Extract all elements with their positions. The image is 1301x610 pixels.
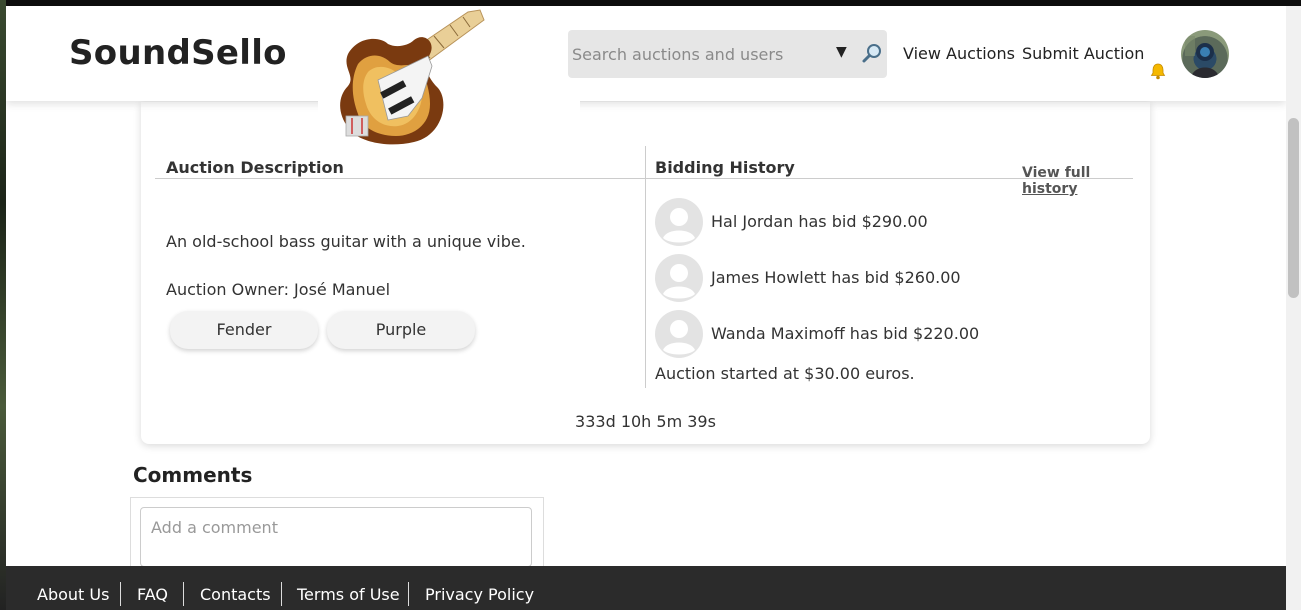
search-bar: ▼: [568, 30, 887, 78]
nav-submit-auction[interactable]: Submit Auction: [1022, 44, 1144, 63]
nav-view-auctions[interactable]: View Auctions: [903, 44, 1015, 63]
bid-item: Hal Jordan has bid $290.00: [655, 198, 1075, 246]
page-scrollbar[interactable]: [1286, 6, 1301, 610]
auction-description-title: Auction Description: [166, 158, 344, 177]
bid-item: James Howlett has bid $260.00: [655, 254, 1075, 302]
footer-link-privacy-policy[interactable]: Privacy Policy: [425, 585, 534, 604]
section-divider: [155, 178, 1133, 179]
scrollbar-thumb[interactable]: [1288, 118, 1299, 298]
search-input[interactable]: [568, 30, 822, 78]
footer-link-contacts[interactable]: Contacts: [200, 585, 271, 604]
footer-separator: [120, 582, 121, 606]
bid-text: James Howlett has bid $260.00: [711, 268, 961, 287]
auction-owner: Auction Owner: José Manuel: [166, 280, 391, 299]
search-icon[interactable]: [861, 42, 883, 64]
footer-separator: [408, 582, 409, 606]
footer-link-terms-of-use[interactable]: Terms of Use: [297, 585, 400, 604]
page-viewport: SoundSello ▼ View Auctions Submit Auctio…: [6, 6, 1286, 610]
comments-title: Comments: [133, 463, 253, 487]
auction-details-card: Auction Description Bidding History View…: [141, 102, 1150, 444]
comment-input[interactable]: [140, 507, 532, 567]
site-logo[interactable]: SoundSello: [69, 33, 287, 73]
bell-icon[interactable]: [1149, 62, 1167, 80]
auction-start-price: Auction started at $30.00 euros.: [655, 364, 915, 383]
default-user-icon: [655, 198, 703, 246]
default-user-icon: [655, 254, 703, 302]
tag-fender[interactable]: Fender: [170, 311, 318, 349]
footer-link-about-us[interactable]: About Us: [37, 585, 109, 604]
default-user-icon: [655, 310, 703, 358]
dropdown-caret-icon[interactable]: ▼: [836, 44, 847, 60]
site-header: SoundSello ▼ View Auctions Submit Auctio…: [6, 6, 1286, 101]
bid-text: Hal Jordan has bid $290.00: [711, 212, 928, 231]
avatar-icon: [1185, 36, 1219, 78]
bidding-history-title: Bidding History: [655, 158, 795, 177]
guitar-image: [318, 9, 580, 146]
view-full-history-link[interactable]: View full history: [1022, 165, 1150, 197]
footer-separator: [281, 582, 282, 606]
site-footer: About Us FAQ Contacts Terms of Use Priva…: [6, 566, 1286, 610]
bid-text: Wanda Maximoff has bid $220.00: [711, 324, 980, 343]
bid-item: Wanda Maximoff has bid $220.00: [655, 310, 1075, 358]
footer-separator: [183, 582, 184, 606]
user-avatar[interactable]: [1181, 30, 1229, 78]
column-divider: [645, 146, 646, 388]
footer-link-faq[interactable]: FAQ: [137, 585, 168, 604]
auction-countdown: 333d 10h 5m 39s: [575, 412, 716, 431]
auction-description: An old-school bass guitar with a unique …: [166, 232, 526, 251]
tag-purple[interactable]: Purple: [327, 311, 475, 349]
